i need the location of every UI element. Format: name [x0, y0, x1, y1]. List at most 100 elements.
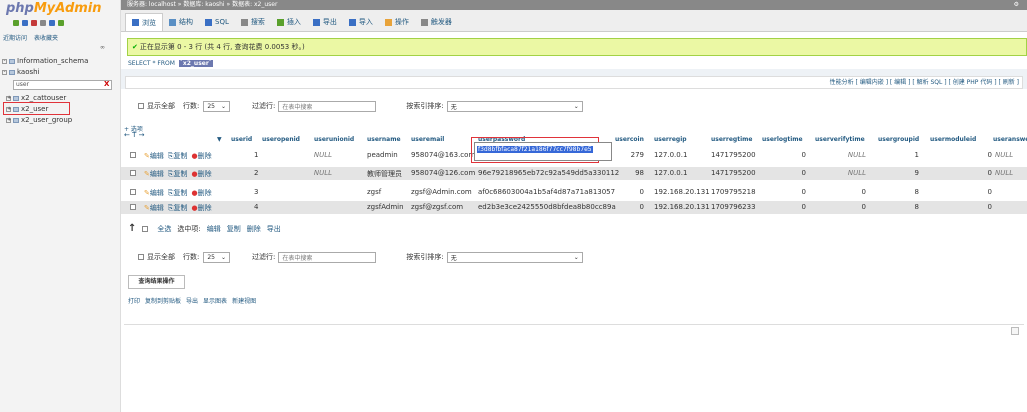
- cell-usermoduleid[interactable]: 0: [988, 188, 992, 196]
- expand-icon[interactable]: +: [6, 95, 11, 101]
- cell-usercoin[interactable]: 98: [635, 169, 644, 177]
- column-arrows[interactable]: ← T →: [124, 131, 144, 139]
- cell-username[interactable]: peadmin: [367, 151, 398, 159]
- recent-link[interactable]: 近期访问: [3, 35, 27, 42]
- print-button[interactable]: 打印: [128, 296, 140, 305]
- cell-userregtime[interactable]: 1471795200: [711, 151, 756, 159]
- selected-password-text[interactable]: f3d8bfbfaca87f21a186f77cc7f98b7e5: [477, 146, 593, 153]
- search-input[interactable]: 在表中搜索: [278, 100, 377, 112]
- phpmyadmin-logo[interactable]: phpMyAdmin: [6, 1, 102, 16]
- cell-userid[interactable]: 4: [254, 203, 258, 211]
- rows-select[interactable]: 25 ⌄: [203, 100, 231, 112]
- cell-usercoin[interactable]: 0: [640, 188, 644, 196]
- cell-userlogtime[interactable]: 0: [802, 169, 806, 177]
- cell-useranswe[interactable]: NULL: [995, 151, 1013, 159]
- tab-1[interactable]: 结构: [163, 13, 199, 31]
- collapse-all-icon[interactable]: ∞: [100, 44, 105, 51]
- column-header-userlogtime[interactable]: userlogtime: [762, 136, 803, 143]
- cell-username[interactable]: zgsf: [367, 188, 381, 196]
- cell-userverifytime[interactable]: NULL: [848, 151, 866, 159]
- cell-usermoduleid[interactable]: 0: [988, 169, 992, 177]
- tab-7[interactable]: 操作: [379, 13, 415, 31]
- cell-useremail[interactable]: zgsf@Admin.com: [411, 188, 472, 196]
- column-header-userunionid[interactable]: userunionid: [314, 136, 354, 143]
- column-header-userid[interactable]: ▼ userid: [217, 136, 252, 143]
- cell-userregip[interactable]: 127.0.0.1: [654, 169, 687, 177]
- column-header-useranswe[interactable]: useranswe: [993, 136, 1027, 143]
- row-checkbox[interactable]: [130, 170, 136, 176]
- row-edit-button[interactable]: ✎编辑: [144, 169, 164, 179]
- select-all-checkbox[interactable]: [142, 225, 149, 232]
- cell-useropenid[interactable]: NULL: [314, 151, 332, 159]
- cell-userverifytime[interactable]: NULL: [848, 169, 866, 177]
- tab-3[interactable]: 搜索: [235, 13, 271, 31]
- favorites-link[interactable]: 表收藏夹: [34, 35, 58, 42]
- table-filter-input[interactable]: user: [13, 80, 112, 90]
- cell-userregtime[interactable]: 1471795200: [711, 169, 756, 177]
- cell-userregip[interactable]: 192.168.20.131: [654, 188, 710, 196]
- clear-filter-icon[interactable]: X: [104, 80, 109, 88]
- column-header-username[interactable]: username: [367, 136, 401, 143]
- cell-useremail[interactable]: zgsf@zgsf.com: [411, 203, 463, 211]
- tree-db-kaoshi[interactable]: - kaoshi: [2, 68, 40, 76]
- row-copy-button[interactable]: ⎘复制: [168, 169, 188, 179]
- sort-select[interactable]: 无 ⌄: [446, 100, 583, 112]
- breadcrumb[interactable]: 服务器: localhost » 数据库: kaoshi » 数据表: x2_u…: [127, 1, 277, 8]
- cell-userid[interactable]: 3: [254, 188, 258, 196]
- row-delete-button[interactable]: ●删除: [191, 151, 211, 161]
- cell-username[interactable]: 教师管理员: [367, 169, 402, 179]
- sidebar-tool-icon[interactable]: [31, 20, 37, 26]
- expand-icon[interactable]: -: [2, 58, 7, 64]
- tab-8[interactable]: 触发器: [415, 13, 458, 31]
- column-header-usermoduleid[interactable]: usermoduleid: [930, 136, 976, 143]
- tree-table-x2-cattouser[interactable]: + x2_cattouser: [6, 94, 66, 102]
- row-edit-button[interactable]: ✎编辑: [144, 203, 164, 213]
- tree-db-information-schema[interactable]: - Information_schema: [2, 57, 88, 65]
- tree-table-x2-user-group[interactable]: + x2_user_group: [6, 116, 72, 124]
- sidebar-tool-icon[interactable]: [49, 20, 55, 26]
- cell-usercoin[interactable]: 279: [631, 151, 644, 159]
- bulk-copy-button[interactable]: 复制: [227, 224, 241, 234]
- cell-usergroupid[interactable]: 9: [915, 169, 919, 177]
- cell-userverifytime[interactable]: 0: [862, 203, 866, 211]
- cell-userpassword[interactable]: 96e79218965eb72c92a549dd5a330112: [478, 169, 619, 177]
- row-edit-button[interactable]: ✎编辑: [144, 151, 164, 161]
- create-view-button[interactable]: 新建视图: [232, 296, 256, 305]
- chart-button[interactable]: 显示图表: [203, 296, 227, 305]
- cell-userlogtime[interactable]: 0: [802, 151, 806, 159]
- bulk-export-button[interactable]: 导出: [267, 224, 281, 234]
- show-all-checkbox[interactable]: [138, 103, 144, 109]
- tab-4[interactable]: 插入: [271, 13, 307, 31]
- gear-icon[interactable]: ⚙: [1014, 0, 1019, 10]
- column-header-useropenid[interactable]: useropenid: [262, 136, 300, 143]
- cell-useropenid[interactable]: NULL: [314, 169, 332, 177]
- sidebar-tool-icon[interactable]: [40, 20, 46, 26]
- sidebar-tool-icon[interactable]: [13, 20, 19, 26]
- cell-userlogtime[interactable]: 0: [802, 203, 806, 211]
- cell-useremail[interactable]: 958074@163.com: [411, 151, 475, 159]
- cell-userid[interactable]: 1: [254, 151, 258, 159]
- column-header-usercoin[interactable]: usercoin: [615, 136, 644, 143]
- select-all-label[interactable]: 全选: [157, 224, 171, 234]
- console-toggle-icon[interactable]: [1011, 327, 1019, 335]
- row-copy-button[interactable]: ⎘复制: [168, 203, 188, 213]
- cell-userregip[interactable]: 192.168.20.131: [654, 203, 710, 211]
- cell-userregtime[interactable]: 1709796233: [711, 203, 756, 211]
- row-delete-button[interactable]: ●删除: [191, 203, 211, 213]
- cell-userpassword[interactable]: ed2b3e3ce2425550d8bfdea8b80cc89a: [478, 203, 616, 211]
- cell-useremail[interactable]: 958074@126.com: [411, 169, 475, 177]
- column-header-userregtime[interactable]: userregtime: [711, 136, 752, 143]
- row-checkbox[interactable]: [130, 189, 136, 195]
- cell-usermoduleid[interactable]: 0: [988, 151, 992, 159]
- cell-usercoin[interactable]: 0: [640, 203, 644, 211]
- row-edit-button[interactable]: ✎编辑: [144, 188, 164, 198]
- tab-0[interactable]: 浏览: [125, 13, 163, 31]
- cell-userpassword[interactable]: af0c68603004a1b5af4d87a71a813057: [478, 188, 615, 196]
- column-header-usergroupid[interactable]: usergroupid: [878, 136, 919, 143]
- row-checkbox[interactable]: [130, 204, 136, 210]
- row-copy-button[interactable]: ⎘复制: [168, 188, 188, 198]
- cell-username[interactable]: zgsfAdmin: [367, 203, 404, 211]
- password-edit-textarea[interactable]: f3d8bfbfaca87f21a186f77cc7f98b7e5: [474, 142, 612, 161]
- bulk-delete-button[interactable]: 删除: [247, 224, 261, 234]
- cell-usergroupid[interactable]: 8: [915, 188, 919, 196]
